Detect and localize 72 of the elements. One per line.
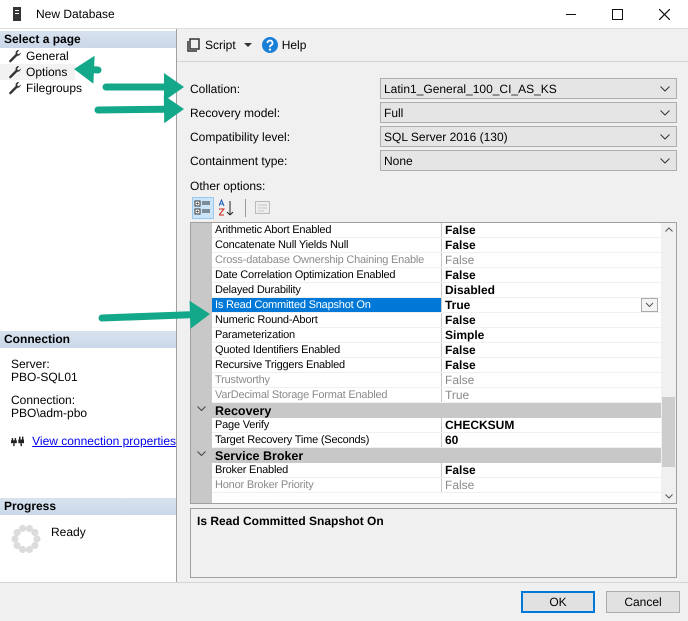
property-value[interactable]: Simple <box>442 328 661 342</box>
wrench-icon <box>8 65 22 79</box>
property-value[interactable]: False <box>442 343 661 357</box>
section-header: Progress <box>0 498 176 515</box>
dropdown[interactable]: Latin1_General_100_CI_AS_KS <box>380 78 677 99</box>
dropdown[interactable]: SQL Server 2016 (130) <box>380 126 677 147</box>
scrollbar-thumb[interactable] <box>662 397 675 467</box>
property-name[interactable]: Numeric Round-Abort <box>212 313 442 327</box>
property-value[interactable]: 60 <box>442 433 661 447</box>
dropdown-icon[interactable] <box>641 298 658 312</box>
description-title: Is Read Committed Snapshot On <box>197 514 385 528</box>
property-value[interactable]: True <box>442 298 661 312</box>
section-header: Connection <box>0 331 176 348</box>
connection-properties-link[interactable]: View connection properties <box>32 434 176 448</box>
cancel-button[interactable]: Cancel <box>606 591 680 613</box>
plug-icon <box>11 434 24 448</box>
property-value[interactable]: False <box>442 238 661 252</box>
page-item[interactable]: Options <box>0 64 76 80</box>
window-title: New Database <box>36 7 115 21</box>
field-value: PBO-SQL01 <box>11 371 79 384</box>
chevron-down-icon <box>660 110 670 116</box>
database-icon <box>10 6 24 22</box>
section-label: Other options: <box>190 179 266 193</box>
help-button[interactable]: Help <box>260 35 308 55</box>
dropdown[interactable]: Full <box>380 102 677 123</box>
property-value[interactable]: False <box>442 223 661 237</box>
close-icon[interactable] <box>659 8 670 20</box>
field-label: Containment type: <box>190 154 288 168</box>
property-name[interactable]: Page Verify <box>212 418 442 432</box>
ok-button[interactable]: OK <box>521 591 595 613</box>
scroll-down-icon[interactable] <box>664 493 672 499</box>
field-label: Collation: <box>190 82 242 96</box>
property-name[interactable]: Arithmetic Abort Enabled <box>212 223 442 237</box>
property-name[interactable]: Date Correlation Optimization Enabled <box>212 268 442 282</box>
property-name[interactable]: Is Read Committed Snapshot On <box>212 298 442 312</box>
property-value[interactable]: False <box>442 313 661 327</box>
field-label: Server: <box>11 358 51 371</box>
field-label: Recovery model: <box>190 106 282 120</box>
property-name[interactable]: Delayed Durability <box>212 283 442 297</box>
scrollbar[interactable] <box>661 223 676 503</box>
property-value[interactable]: False <box>442 358 661 372</box>
property-name[interactable]: Quoted Identifiers Enabled <box>212 343 442 357</box>
dropdown[interactable]: None <box>380 150 677 171</box>
chevron-down-icon <box>660 86 670 92</box>
chevron-down-icon <box>660 158 670 164</box>
property-name[interactable]: Recursive Triggers Enabled <box>212 358 442 372</box>
script-icon <box>187 37 201 53</box>
property-value[interactable]: False <box>442 463 661 477</box>
help-icon <box>262 37 278 53</box>
wrench-icon <box>8 81 22 95</box>
property-value[interactable]: CHECKSUM <box>442 418 661 432</box>
page-item[interactable]: General <box>0 48 77 64</box>
progress-status: Ready <box>51 525 86 539</box>
property-value[interactable]: Disabled <box>442 283 661 297</box>
scroll-up-icon[interactable] <box>664 227 672 233</box>
property-name[interactable]: Concatenate Null Yields Null <box>212 238 442 252</box>
property-value[interactable]: False <box>442 268 661 282</box>
field-value: PBO\adm-pbo <box>11 407 88 420</box>
spinner-icon <box>11 524 41 554</box>
caret-icon[interactable] <box>244 43 252 47</box>
categorized-view-icon[interactable] <box>192 197 214 219</box>
chevron-down-icon <box>660 134 670 140</box>
section-header: Select a page <box>0 31 176 48</box>
field-label: Connection: <box>11 394 76 407</box>
wrench-icon <box>8 49 22 63</box>
maximize-icon[interactable] <box>612 8 623 20</box>
property-name[interactable]: Parameterization <box>212 328 442 342</box>
page-item[interactable]: Filegroups <box>0 80 90 96</box>
property-name[interactable]: Broker Enabled <box>212 463 442 477</box>
property-name[interactable]: Target Recovery Time (Seconds) <box>212 433 442 447</box>
script-button[interactable]: Script <box>185 35 238 55</box>
field-label: Compatibility level: <box>190 130 292 144</box>
